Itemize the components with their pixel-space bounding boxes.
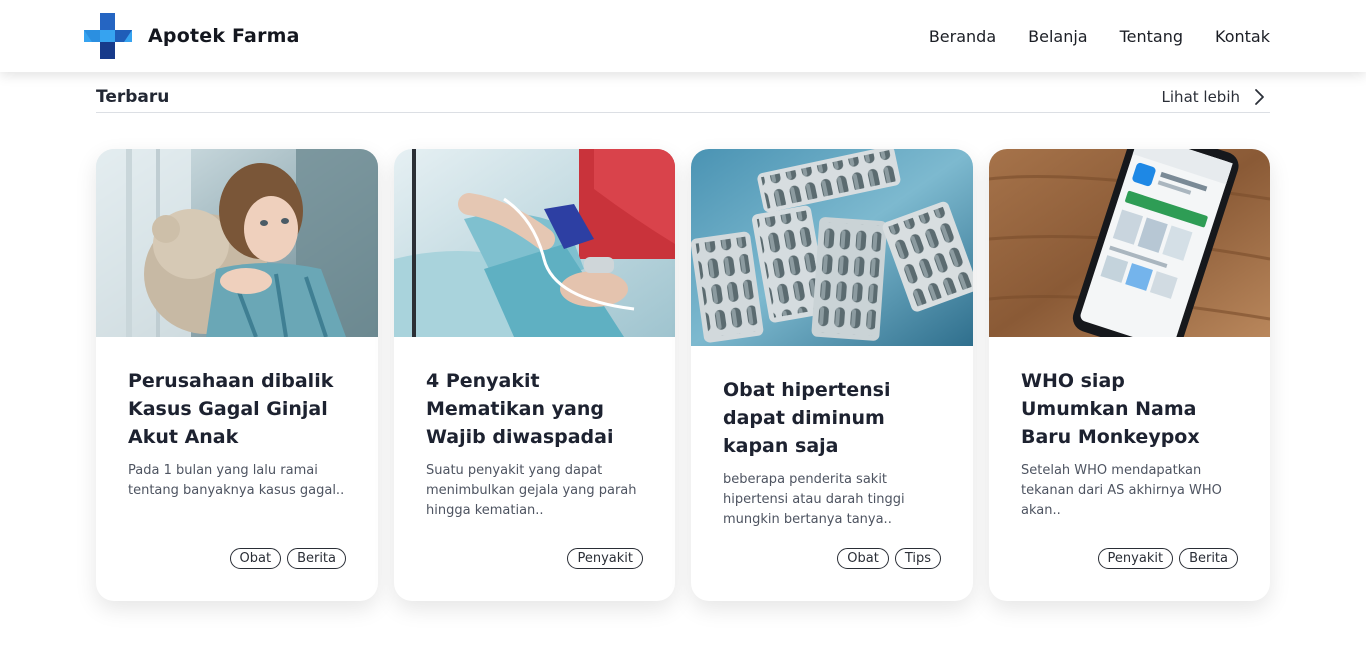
latest-section-header: Terbaru Lihat lebih <box>96 82 1270 113</box>
tag-berita[interactable]: Berita <box>1179 548 1238 569</box>
brand[interactable]: Apotek Farma <box>84 13 300 59</box>
main-nav: Beranda Belanja Tentang Kontak <box>929 0 1270 72</box>
card-excerpt: Setelah WHO mendapatkan tekanan dari AS … <box>1021 463 1222 518</box>
pill-blister-packs-photo <box>691 149 973 346</box>
tag-penyakit[interactable]: Penyakit <box>567 548 643 569</box>
smartphone-who-app-photo <box>989 149 1270 337</box>
nav-link-belanja[interactable]: Belanja <box>1028 27 1087 46</box>
card-excerpt: Suatu penyakit yang dapat menimbulkan ge… <box>426 463 637 518</box>
section-title: Terbaru <box>96 87 170 107</box>
card-title: WHO siap Umumkan Nama Baru Monkeypox <box>1021 370 1200 448</box>
tag-list: Obat Berita <box>229 548 346 569</box>
article-card-3[interactable]: Obat hipertensi dapat diminum kapan saja… <box>691 149 973 601</box>
nav-link-tentang[interactable]: Tentang <box>1120 27 1183 46</box>
tag-obat[interactable]: Obat <box>837 548 889 569</box>
card-title: 4 Penyakit Mematikan yang Wajib diwaspad… <box>426 370 614 448</box>
tag-list: Obat Tips <box>837 548 941 569</box>
tag-obat[interactable]: Obat <box>229 548 282 569</box>
card-excerpt: beberapa penderita sakit hipertensi atau… <box>723 472 905 527</box>
nav-link-beranda[interactable]: Beranda <box>929 27 996 46</box>
brand-name: Apotek Farma <box>148 25 300 47</box>
article-card-4[interactable]: WHO siap Umumkan Nama Baru Monkeypox Set… <box>989 149 1270 601</box>
tag-berita[interactable]: Berita <box>287 548 346 569</box>
article-card-2[interactable]: 4 Penyakit Mematikan yang Wajib diwaspad… <box>394 149 675 601</box>
site-header: Apotek Farma Beranda Belanja Tentang Kon… <box>0 0 1366 72</box>
see-more-label: Lihat lebih <box>1161 88 1240 106</box>
hospital-patient-iv-drip-photo <box>394 149 675 337</box>
article-card-1[interactable]: Perusahaan dibalik Kasus Gagal Ginjal Ak… <box>96 149 378 601</box>
tag-list: Penyakit Berita <box>1097 548 1238 569</box>
medical-cross-icon <box>84 13 132 59</box>
chevron-right-icon <box>1255 89 1264 105</box>
child-hugging-teddy-bear-photo <box>96 149 378 337</box>
tag-list: Penyakit <box>567 548 643 569</box>
nav-link-kontak[interactable]: Kontak <box>1215 27 1270 46</box>
card-excerpt: Pada 1 bulan yang lalu ramai tentang ban… <box>128 463 345 498</box>
card-title: Obat hipertensi dapat diminum kapan saja <box>723 379 891 457</box>
tag-penyakit[interactable]: Penyakit <box>1097 548 1174 569</box>
tag-tips[interactable]: Tips <box>894 548 941 569</box>
see-more-link[interactable]: Lihat lebih <box>1162 86 1270 108</box>
card-title: Perusahaan dibalik Kasus Gagal Ginjal Ak… <box>128 370 334 448</box>
